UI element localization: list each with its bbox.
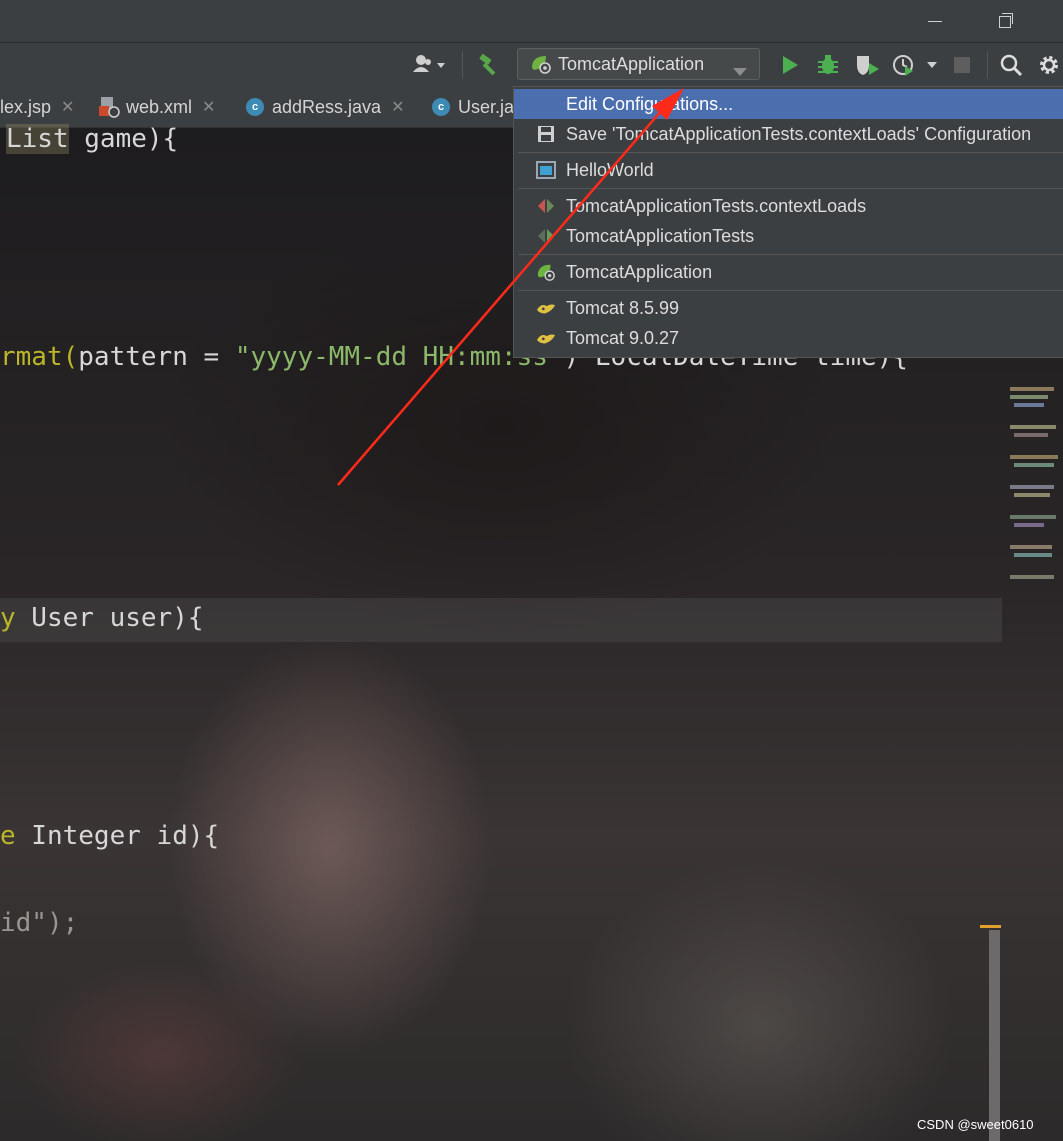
tab-user-java[interactable]: c User.ja [432,87,514,127]
menu-item-label: TomcatApplication [566,261,713,282]
code-token-annotation: rmat( [0,342,79,372]
profile-icon[interactable] [890,53,942,77]
menu-item-label: Tomcat 9.0.27 [566,327,680,348]
error-stripe-mark[interactable] [980,925,1001,928]
tab-label: lex.jsp [0,96,52,117]
code-line[interactable]: y User user){ [0,603,204,633]
tab-label: User.ja [458,96,515,117]
tab-web-xml[interactable]: web.xml ✕ [98,87,215,127]
spring-boot-icon [536,262,556,282]
tab-index-jsp[interactable]: lex.jsp ✕ [0,87,74,127]
build-hammer-icon[interactable] [474,53,502,77]
menu-item-edit-configurations[interactable]: Edit Configurations... [514,89,1063,119]
restore-button[interactable] [985,8,1025,34]
xml-file-icon [98,96,120,118]
menu-separator [518,188,1063,189]
save-icon [536,124,556,144]
code-line[interactable]: List game){ [6,124,178,154]
close-icon[interactable]: ✕ [202,97,215,117]
code-minimap[interactable] [1002,355,1063,625]
menu-separator [518,290,1063,291]
java-class-icon: c [432,98,450,116]
menu-item-label: Edit Configurations... [566,93,734,114]
stop-icon[interactable] [952,53,972,77]
menu-item-label: Save 'TomcatApplicationTests.contextLoad… [566,123,1032,144]
run-configuration-label: TomcatApplication [558,53,705,74]
tab-address-java[interactable]: c addRess.java ✕ [246,87,404,127]
code-token-annotation: y [0,603,16,633]
code-token-annotation: e [0,821,16,851]
debug-bug-icon[interactable] [815,53,841,77]
run-configuration-menu: Edit Configurations... Save 'TomcatAppli… [513,86,1063,358]
close-icon[interactable]: ✕ [391,97,404,117]
code-token: Integer id){ [15,821,220,851]
menu-separator [518,152,1063,153]
code-token: game){ [68,124,179,154]
menu-item-label: TomcatApplicationTests [566,225,755,246]
vertical-scrollbar[interactable] [989,930,1000,1141]
code-token-type: List [6,124,69,154]
run-icon[interactable] [778,53,802,77]
code-line[interactable]: id"); [0,908,78,938]
menu-item-label: TomcatApplicationTests.contextLoads [566,195,867,216]
toolbar-separator [987,51,988,79]
menu-item-label: HelloWorld [566,159,654,180]
spring-boot-icon [530,54,552,74]
vcs-user-icon[interactable] [410,53,452,77]
code-token-string: id"); [0,908,79,938]
tab-label: addRess.java [272,96,382,117]
menu-separator [518,254,1063,255]
gear-icon[interactable] [1037,53,1061,77]
menu-item-test-contextloads[interactable]: TomcatApplicationTests.contextLoads [514,191,1063,221]
main-toolbar: TomcatApplication [0,43,1063,87]
junit-class-icon [536,226,556,246]
title-bar [0,0,1063,43]
menu-item-tomcatapplicationtests[interactable]: TomcatApplicationTests [514,221,1063,251]
chevron-down-icon [733,61,747,80]
menu-item-tomcat-9[interactable]: Tomcat 9.0.27 [514,323,1063,353]
menu-item-save-configuration[interactable]: Save 'TomcatApplicationTests.contextLoad… [514,119,1063,149]
junit-method-icon [536,196,556,216]
code-token: User user){ [15,603,204,633]
search-icon[interactable] [998,53,1024,77]
tomcat-icon [536,298,556,318]
code-line[interactable]: e Integer id){ [0,821,219,851]
code-token: pattern = [78,342,235,372]
tab-label: web.xml [126,96,193,117]
close-icon[interactable]: ✕ [61,97,74,117]
tomcat-icon [536,328,556,348]
java-class-icon: c [246,98,264,116]
application-icon [536,160,556,180]
menu-item-label: Tomcat 8.5.99 [566,297,680,318]
watermark-text: CSDN @sweet0610 [917,1117,1034,1132]
toolbar-separator [462,51,463,79]
menu-item-tomcat-8[interactable]: Tomcat 8.5.99 [514,293,1063,323]
run-configuration-selector[interactable]: TomcatApplication [517,48,760,80]
menu-item-helloworld[interactable]: HelloWorld [514,155,1063,185]
run-with-coverage-icon[interactable] [854,53,882,77]
menu-item-tomcatapplication[interactable]: TomcatApplication [514,257,1063,287]
minimize-button[interactable] [915,8,955,34]
